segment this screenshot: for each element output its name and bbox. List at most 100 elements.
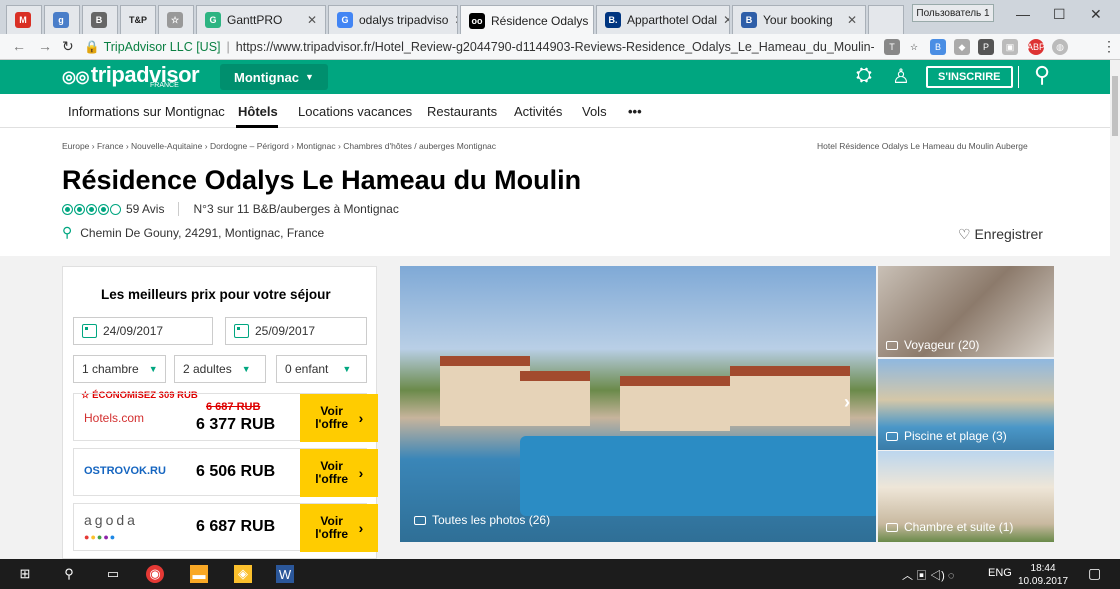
nav-flights[interactable]: Vols — [582, 104, 607, 119]
lock-icon: 🔒 — [84, 39, 100, 54]
heart-icon: ♡ — [958, 226, 971, 242]
rating-row: 59 Avis N°3 sur 11 B&B/auberges à Montig… — [62, 202, 399, 216]
rating-bubbles[interactable] — [62, 203, 122, 215]
windows-start-icon[interactable]: ⊞ — [16, 565, 34, 583]
tray-icons[interactable]: ︿ ▣ ◁) ◌ — [902, 567, 954, 583]
word-icon[interactable]: W — [276, 565, 294, 583]
close-icon[interactable]: ✕ — [301, 13, 317, 27]
tab-5[interactable]: ☆ — [158, 5, 194, 34]
task-view-icon[interactable]: ▭ — [104, 565, 122, 583]
tab-your-booking[interactable]: B Your booking ✕ — [732, 5, 866, 34]
tab-ganttpro[interactable]: G GanttPRO ✕ — [196, 5, 326, 34]
nav-activities[interactable]: Activités — [514, 104, 562, 119]
close-icon[interactable]: ✕ — [841, 13, 857, 27]
tab-gmail[interactable]: M — [6, 5, 42, 34]
back-icon[interactable]: ← — [12, 38, 26, 54]
save-button[interactable]: ♡ Enregistrer — [958, 226, 1043, 243]
forward-icon[interactable]: → — [38, 38, 52, 54]
close-icon[interactable]: ✕ — [448, 13, 457, 27]
doc-icon: B — [91, 12, 107, 28]
offer-ostrovok[interactable]: OSTROVOK.RU 6 506 RUB Voir l'offre › — [73, 448, 378, 497]
extension-icon[interactable]: ◆ — [954, 39, 970, 55]
close-window-icon[interactable]: ✕ — [1090, 6, 1102, 23]
user-icon[interactable]: ♙ — [892, 64, 910, 89]
page-title: Résidence Odalys Le Hameau du Moulin — [62, 165, 582, 195]
adblock-icon[interactable]: ABP — [1027, 39, 1045, 55]
menu-kebab-icon[interactable]: ⋮ — [1102, 38, 1116, 55]
sticky-notes-icon[interactable]: ◈ — [234, 565, 252, 583]
tab-2[interactable]: g — [44, 5, 80, 34]
thumb-room[interactable]: Chambre et suite (1) — [878, 451, 1054, 542]
checkout-field[interactable]: 25/09/2017 — [225, 317, 367, 345]
checkin-field[interactable]: 24/09/2017 — [73, 317, 213, 345]
location-pin-icon: ⚲ — [62, 224, 73, 240]
calendar-icon: g — [53, 12, 69, 28]
new-tab-button[interactable] — [868, 5, 904, 34]
extension-icon[interactable]: B — [930, 39, 946, 55]
gmail-icon: M — [15, 12, 31, 28]
translate-icon[interactable]: T — [884, 39, 900, 55]
maximize-icon[interactable]: ☐ — [1053, 6, 1066, 23]
search-icon[interactable]: ⚲ — [1034, 62, 1050, 88]
notifications-icon[interactable]: ▢ — [1088, 565, 1101, 582]
view-offer-button[interactable]: Voir l'offre › — [300, 504, 378, 552]
minimize-icon[interactable]: — — [1016, 6, 1030, 22]
thumb-pool[interactable]: Piscine et plage (3) — [878, 359, 1054, 450]
camera-icon — [886, 431, 898, 441]
agoda-logo: agoda — [84, 512, 138, 528]
offer-hotels-com[interactable]: Hotels.com 6 687 RUB 6 377 RUB Voir l'of… — [73, 393, 378, 442]
camera-icon — [886, 522, 898, 532]
chevron-right-icon[interactable]: › — [844, 392, 850, 413]
globe-icon[interactable]: ◍ — [1052, 39, 1068, 55]
city-selector[interactable]: Montignac ▼ — [220, 64, 328, 90]
bookmark-star-icon[interactable]: ☆ — [906, 39, 922, 55]
camera-icon — [414, 515, 426, 525]
chrome-icon[interactable]: ◉ — [146, 565, 164, 583]
reload-icon[interactable]: ↻ — [62, 38, 74, 55]
pocket-icon[interactable]: P — [978, 39, 994, 55]
tab-tp[interactable]: T&P — [120, 5, 156, 34]
view-offer-button[interactable]: Voir l'offre › — [300, 449, 378, 497]
close-icon[interactable]: ✕ — [717, 13, 729, 27]
camera-icon — [886, 340, 898, 350]
caret-down-icon: ▼ — [148, 364, 158, 374]
main-photo[interactable]: Toutes les photos (26) — [400, 266, 876, 542]
search-icon[interactable]: ⚲ — [60, 565, 78, 583]
offer-price: 6 377 RUB — [196, 416, 276, 433]
language-indicator[interactable]: ENG — [988, 567, 1012, 579]
tab-booking-apparthotel[interactable]: B.Apparthotel Odal✕ — [596, 5, 730, 34]
extension-icon[interactable]: ▣ — [1002, 39, 1018, 55]
calendar-icon — [234, 324, 249, 338]
nav-hotels[interactable]: Hôtels — [238, 104, 278, 119]
clock[interactable]: 18:44 10.09.2017 — [1018, 562, 1068, 588]
signin-button[interactable]: S'INSCRIRE — [926, 66, 1013, 88]
page-scrollbar[interactable] — [1110, 60, 1120, 559]
close-icon[interactable]: ✕ — [588, 14, 593, 28]
tab-3[interactable]: B — [82, 5, 118, 34]
ostrovok-logo: OSTROVOK.RU — [84, 465, 166, 477]
ranking[interactable]: N°3 sur 11 B&B/auberges à Montignac — [193, 202, 398, 216]
children-select[interactable]: 0 enfant ▼ — [276, 355, 367, 383]
trips-icon[interactable]: ⛭ — [856, 64, 872, 87]
adults-select[interactable]: 2 adultes ▼ — [174, 355, 266, 383]
chevron-right-icon: › — [358, 464, 364, 481]
review-count[interactable]: 59 Avis — [126, 202, 164, 216]
caret-down-icon: ▼ — [342, 364, 352, 374]
nav-restaurants[interactable]: Restaurants — [427, 104, 497, 119]
all-photos-caption[interactable]: Toutes les photos (26) — [414, 513, 550, 527]
nav-more[interactable]: ••• — [628, 104, 642, 119]
thumb-traveler[interactable]: Voyageur (20) — [878, 266, 1054, 357]
tripadvisor-owl-icon: oo — [469, 12, 485, 29]
view-offer-button[interactable]: Voir l'offre › — [300, 394, 378, 442]
tab-google-search[interactable]: Godalys tripadviso✕ — [328, 5, 458, 34]
url-field[interactable]: 🔒 TripAdvisor LLC [US] | https://www.tri… — [84, 37, 874, 57]
caret-down-icon: ▼ — [241, 364, 251, 374]
rooms-select[interactable]: 1 chambre ▼ — [73, 355, 166, 383]
offer-agoda[interactable]: agoda ●●●●● 6 687 RUB Voir l'offre › — [73, 503, 378, 552]
nav-vacation-rentals[interactable]: Locations vacances — [298, 104, 412, 119]
tab-tripadvisor[interactable]: ooRésidence Odalys✕ — [460, 5, 594, 35]
profile-button[interactable]: Пользователь 1 — [912, 4, 994, 22]
nav-info[interactable]: Informations sur Montignac — [68, 104, 225, 119]
offer-price: 6 506 RUB — [196, 463, 276, 480]
file-explorer-icon[interactable]: ▬ — [190, 565, 208, 583]
